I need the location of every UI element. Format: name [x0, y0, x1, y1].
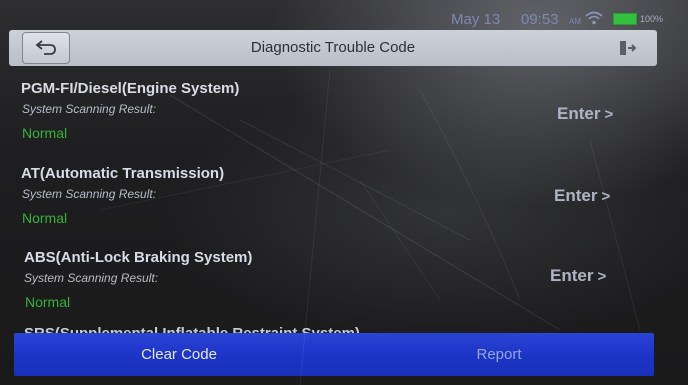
report-button[interactable]: Report [344, 333, 654, 376]
scan-status: Normal [25, 294, 71, 310]
scan-status: Normal [22, 210, 68, 226]
enter-label: Enter [550, 266, 594, 285]
scan-result-label: System Scanning Result: [24, 271, 159, 285]
status-date: May 13 [451, 11, 501, 28]
wifi-icon [585, 11, 603, 25]
exit-icon [620, 41, 637, 55]
chevron-right-icon: > [597, 268, 607, 285]
scan-result-label: System Scanning Result: [22, 102, 157, 116]
list-item-abs: ABS(Anti-Lock Braking System) System Sca… [0, 249, 660, 331]
scan-status: Normal [22, 125, 68, 141]
enter-button-transmission[interactable]: Enter > [554, 186, 610, 206]
system-name: PGM-FI/Diesel(Engine System) [21, 80, 240, 97]
status-bar: May 13 09:53 AM 100% [0, 0, 688, 30]
header-bar: Diagnostic Trouble Code [9, 30, 657, 66]
list-item-transmission: AT(Automatic Transmission) System Scanni… [0, 165, 660, 247]
chevron-right-icon: > [601, 188, 611, 205]
enter-label: Enter [554, 186, 598, 205]
status-time: 09:53 [521, 11, 559, 28]
status-ampm: AM [569, 17, 581, 26]
battery-icon [613, 13, 637, 25]
system-name: AT(Automatic Transmission) [21, 165, 225, 182]
clear-code-button[interactable]: Clear Code [14, 333, 344, 376]
battery-level: 100% [640, 14, 664, 24]
enter-label: Enter [557, 104, 601, 123]
bottom-action-bar: Clear Code Report [14, 333, 654, 376]
system-name: ABS(Anti-Lock Braking System) [24, 249, 253, 266]
chevron-right-icon: > [604, 106, 614, 123]
enter-button-engine[interactable]: Enter > [557, 104, 613, 124]
screen: May 13 09:53 AM 100% Diagnostic Trouble … [0, 0, 688, 385]
scan-result-label: System Scanning Result: [22, 187, 157, 201]
exit-button[interactable] [613, 33, 643, 63]
page-title: Diagnostic Trouble Code [250, 39, 416, 56]
enter-button-abs[interactable]: Enter > [550, 266, 606, 286]
